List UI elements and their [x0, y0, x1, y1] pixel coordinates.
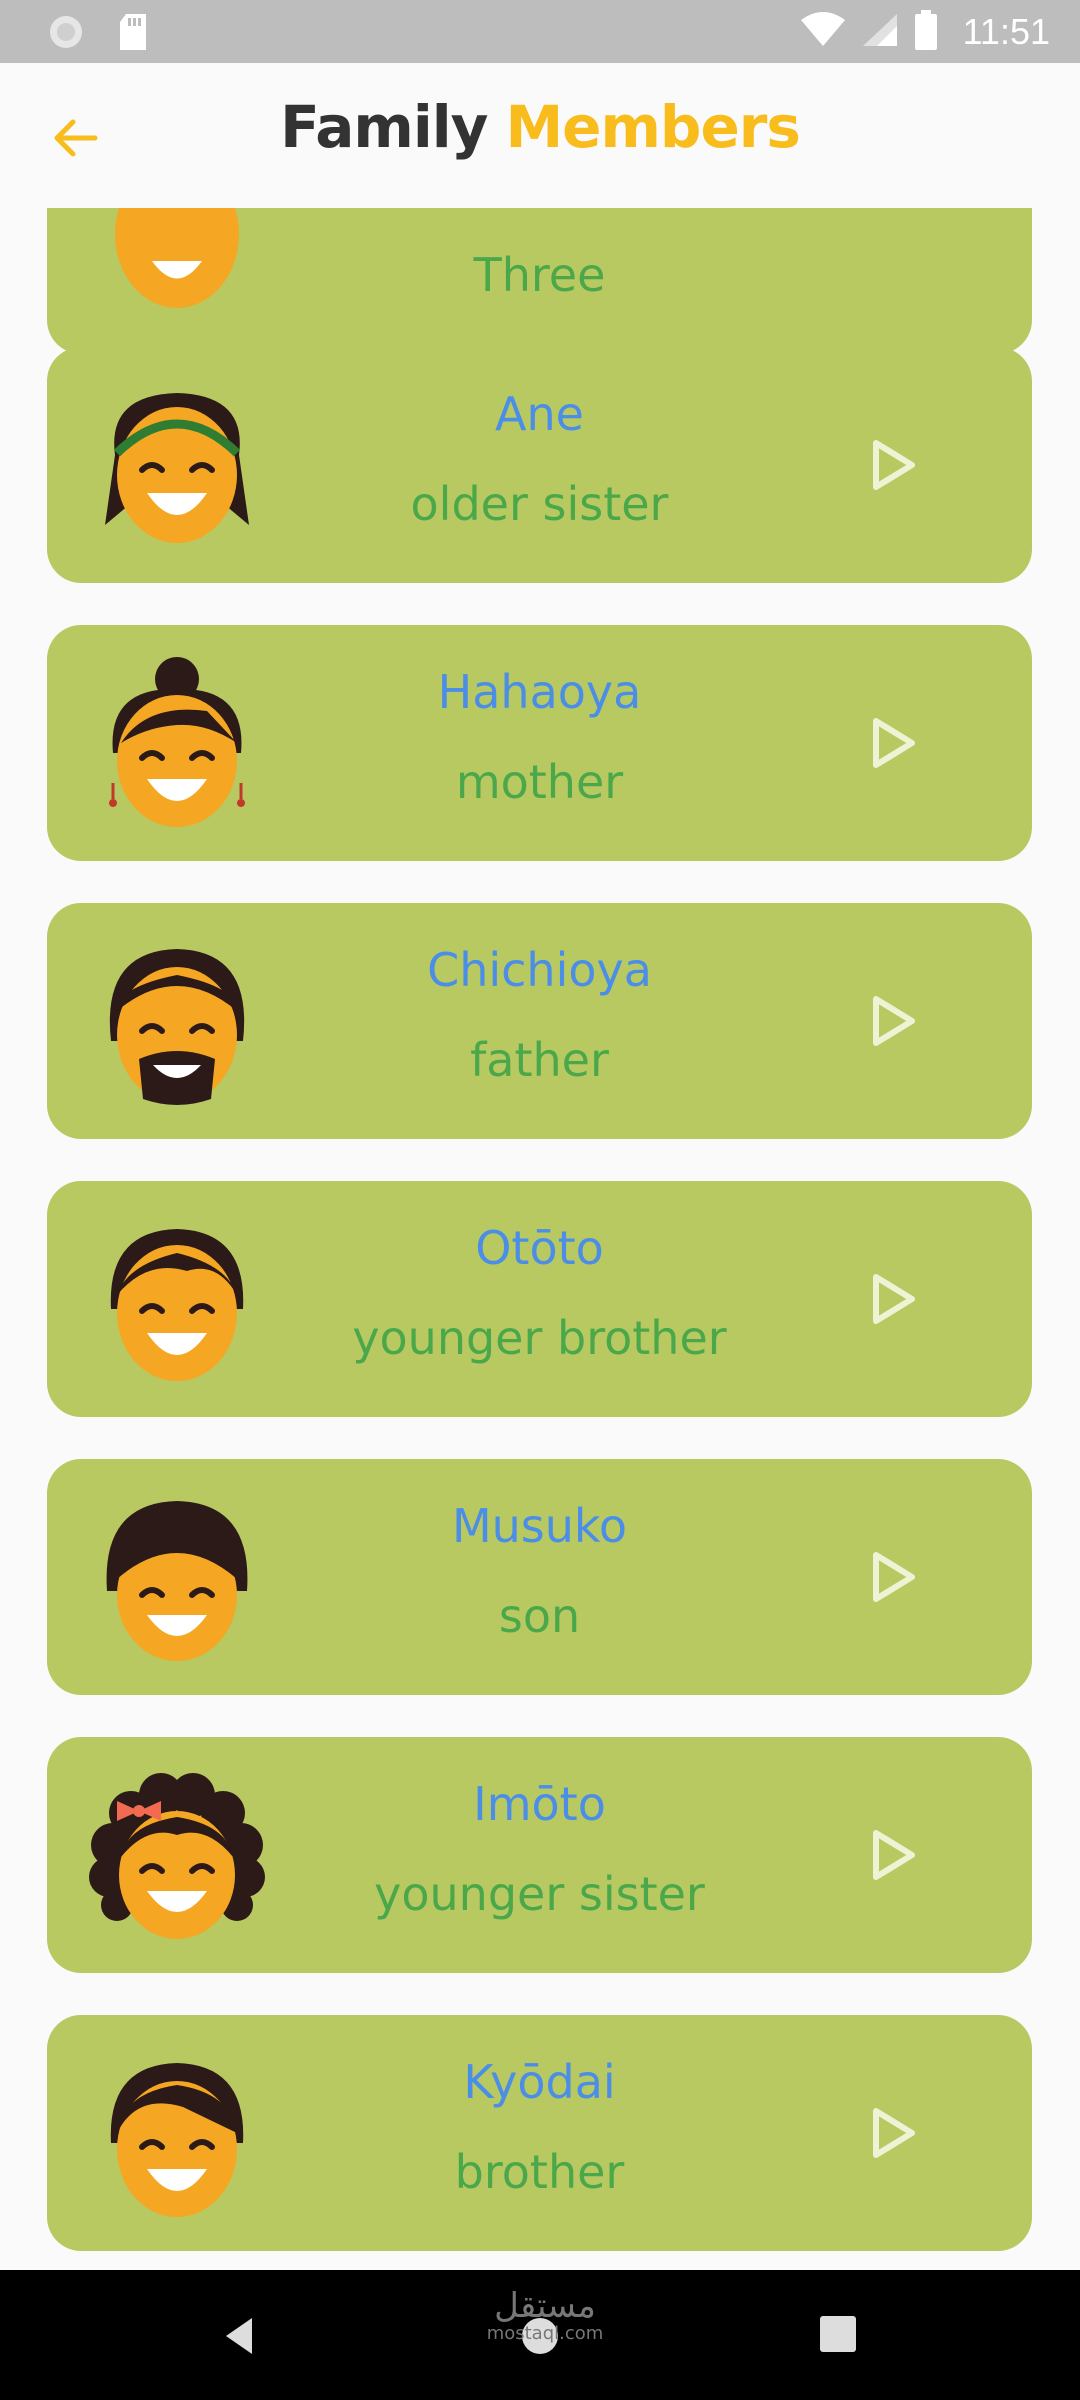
- card-meaning: brother: [454, 2145, 625, 2199]
- play-icon[interactable]: [862, 435, 922, 495]
- play-icon[interactable]: [862, 991, 922, 1051]
- status-bar: 11:51: [0, 0, 1080, 63]
- nav-recents-icon[interactable]: [820, 2316, 856, 2352]
- card-meaning: younger sister: [374, 1867, 705, 1921]
- family-members-list[interactable]: Three Ane older sister Hahaoya mother Ch…: [0, 208, 1080, 2270]
- list-item-partial[interactable]: Three: [47, 208, 1032, 354]
- play-icon[interactable]: [862, 1269, 922, 1329]
- status-time: 11:51: [962, 11, 1050, 52]
- title-members: Members: [505, 93, 800, 161]
- play-icon[interactable]: [862, 2103, 922, 2163]
- signal-icon: [861, 12, 899, 52]
- card-word: Ane: [495, 387, 584, 441]
- navigation-bar: مستقل mostaql.com: [0, 2270, 1080, 2400]
- wifi-icon: [800, 12, 845, 52]
- sd-card-icon: [118, 14, 148, 54]
- watermark: مستقل mostaql.com: [470, 2288, 620, 2344]
- card-meaning: older sister: [410, 477, 669, 531]
- play-icon[interactable]: [862, 1825, 922, 1885]
- card-meaning: Three: [473, 248, 606, 302]
- watermark-arabic: مستقل: [494, 2286, 596, 2326]
- title-family: Family: [280, 93, 488, 161]
- app-bar: Family Members: [0, 63, 1080, 208]
- card-word: Musuko: [451, 1499, 628, 1553]
- nav-back-icon[interactable]: [212, 2308, 268, 2364]
- battery-icon: [914, 10, 937, 54]
- card-meaning: mother: [455, 755, 624, 809]
- list-item-ane[interactable]: Ane older sister: [47, 347, 1032, 583]
- list-item-ototo[interactable]: Otōto younger brother: [47, 1181, 1032, 1417]
- card-word: Kyōdai: [463, 2055, 616, 2109]
- card-word: Imōto: [473, 1777, 606, 1831]
- list-item-imoto[interactable]: Imōto younger sister: [47, 1737, 1032, 1973]
- card-meaning: younger brother: [352, 1311, 727, 1365]
- card-word: Chichioya: [427, 943, 652, 997]
- page-title: Family Members: [0, 93, 1080, 161]
- list-item-musuko[interactable]: Musuko son: [47, 1459, 1032, 1695]
- card-meaning: son: [498, 1589, 581, 1643]
- list-item-chichioya[interactable]: Chichioya father: [47, 903, 1032, 1139]
- watermark-url: mostaql.com: [486, 2323, 604, 2344]
- list-item-kyodai[interactable]: Kyōdai brother: [47, 2015, 1032, 2251]
- card-word: Hahaoya: [437, 665, 642, 719]
- card-word: Otōto: [475, 1221, 604, 1275]
- play-icon[interactable]: [862, 713, 922, 773]
- sync-icon: [48, 14, 84, 54]
- play-icon[interactable]: [862, 1547, 922, 1607]
- list-item-hahaoya[interactable]: Hahaoya mother: [47, 625, 1032, 861]
- card-meaning: father: [470, 1033, 609, 1087]
